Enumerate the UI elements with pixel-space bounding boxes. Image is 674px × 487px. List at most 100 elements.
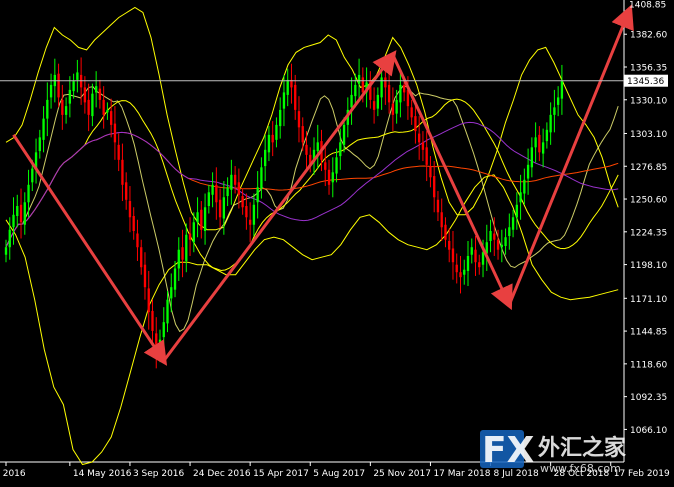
y-tick-label-top: 1408.85 — [629, 0, 666, 10]
candle-body — [372, 101, 376, 110]
candle-body — [410, 107, 413, 118]
candle-body — [560, 81, 564, 99]
candle-body — [387, 84, 391, 103]
candle-body — [57, 73, 60, 98]
candle-body — [166, 299, 169, 324]
candle-body — [27, 184, 30, 203]
candle-body — [222, 197, 226, 219]
candle-body — [162, 322, 165, 338]
candle-body — [444, 224, 447, 240]
candle-body — [478, 262, 481, 268]
y-tick-label: 1276.85 — [630, 163, 667, 173]
candle-body — [361, 77, 364, 93]
candle-body — [226, 187, 229, 197]
candle-body — [42, 118, 45, 140]
x-tick-label: 17 Feb 2019 — [614, 469, 670, 479]
candle-body — [72, 81, 75, 92]
candle-body — [335, 157, 338, 174]
chart-canvas: 1345.36 1408.85 1382.60 1356.35 1330.10 1303… — [0, 0, 674, 487]
candle-body — [94, 86, 98, 93]
watermark-fx: FX — [482, 430, 535, 471]
y-tick-label: 1144.85 — [630, 328, 667, 338]
candle-body — [49, 84, 53, 98]
candle-body — [357, 74, 361, 84]
candle-body — [200, 209, 203, 230]
candle-body — [38, 137, 41, 152]
candle-body — [158, 339, 162, 353]
candle-body — [275, 124, 278, 140]
x-tick-label: 24 Dec 2016 — [193, 469, 251, 479]
candle-body — [196, 212, 199, 223]
candle-body — [523, 179, 526, 194]
candle-body — [519, 192, 522, 203]
candle-body — [474, 249, 477, 263]
candle-body — [252, 204, 256, 225]
candle-body — [399, 84, 402, 103]
candle-body — [354, 84, 357, 97]
candle-body — [440, 212, 443, 228]
candle-body — [271, 134, 274, 143]
candle-body — [61, 99, 64, 115]
candle-body — [215, 184, 218, 203]
candle-body — [230, 174, 233, 190]
y-tick-label: 1330.10 — [630, 96, 667, 106]
candle-body — [256, 187, 259, 203]
watermark-cn: 外汇之家 — [538, 435, 627, 461]
y-tick-label: 1382.60 — [630, 31, 667, 41]
candle-body — [125, 182, 128, 200]
candle-body — [173, 268, 177, 290]
candle-body — [98, 88, 102, 100]
candle-body — [376, 94, 380, 109]
candle-body — [541, 142, 545, 154]
candle-body — [91, 93, 94, 117]
candle-body — [553, 107, 556, 115]
y-tick-label: 1198.10 — [630, 261, 667, 271]
candle-body — [68, 89, 72, 104]
y-tick-label: 1224.35 — [630, 228, 667, 238]
candle-body — [489, 231, 492, 241]
candle-body — [64, 106, 68, 115]
candle-body — [241, 196, 244, 208]
candle-body — [331, 172, 334, 183]
candle-body — [192, 222, 195, 243]
candle-body — [260, 167, 263, 189]
candle-body — [429, 166, 432, 178]
candle-body — [19, 204, 23, 223]
candle-body — [181, 247, 184, 260]
candle-body — [493, 233, 496, 240]
candle-body — [470, 247, 473, 255]
y-tick-label: 1092.35 — [630, 393, 667, 403]
candle-body — [87, 99, 90, 115]
y-tick-label: 1171.10 — [630, 295, 667, 305]
candle-body — [448, 240, 451, 250]
candle-body — [556, 97, 560, 105]
candle-body — [324, 162, 327, 170]
candle-body — [4, 247, 8, 255]
candle-body — [185, 234, 188, 261]
candle-body — [316, 142, 319, 152]
candle-body — [12, 214, 15, 228]
candle-body — [233, 174, 237, 185]
candle-body — [481, 252, 485, 265]
candle-body — [508, 227, 511, 236]
candle-body — [418, 133, 421, 143]
candle-body — [545, 129, 549, 142]
candle-body — [463, 269, 466, 275]
candle-body — [121, 159, 124, 185]
candle-body — [136, 233, 139, 248]
y-tick-label: 1303.10 — [630, 130, 667, 140]
candle-body — [211, 184, 214, 195]
candle-body — [297, 111, 301, 128]
candle-body — [177, 249, 180, 269]
candle-body — [455, 264, 458, 273]
fx68-watermark: FX 外汇之家 www.fx68.com — [480, 430, 627, 475]
candle-body — [237, 182, 241, 195]
candle-body — [391, 103, 395, 115]
candle-body — [384, 77, 387, 88]
candle-body — [339, 142, 342, 157]
candle-body — [147, 288, 150, 313]
candle-body — [267, 134, 271, 153]
candle-body — [106, 109, 109, 113]
current-price-label: 1345.36 — [627, 77, 664, 87]
candle-body — [143, 264, 147, 288]
